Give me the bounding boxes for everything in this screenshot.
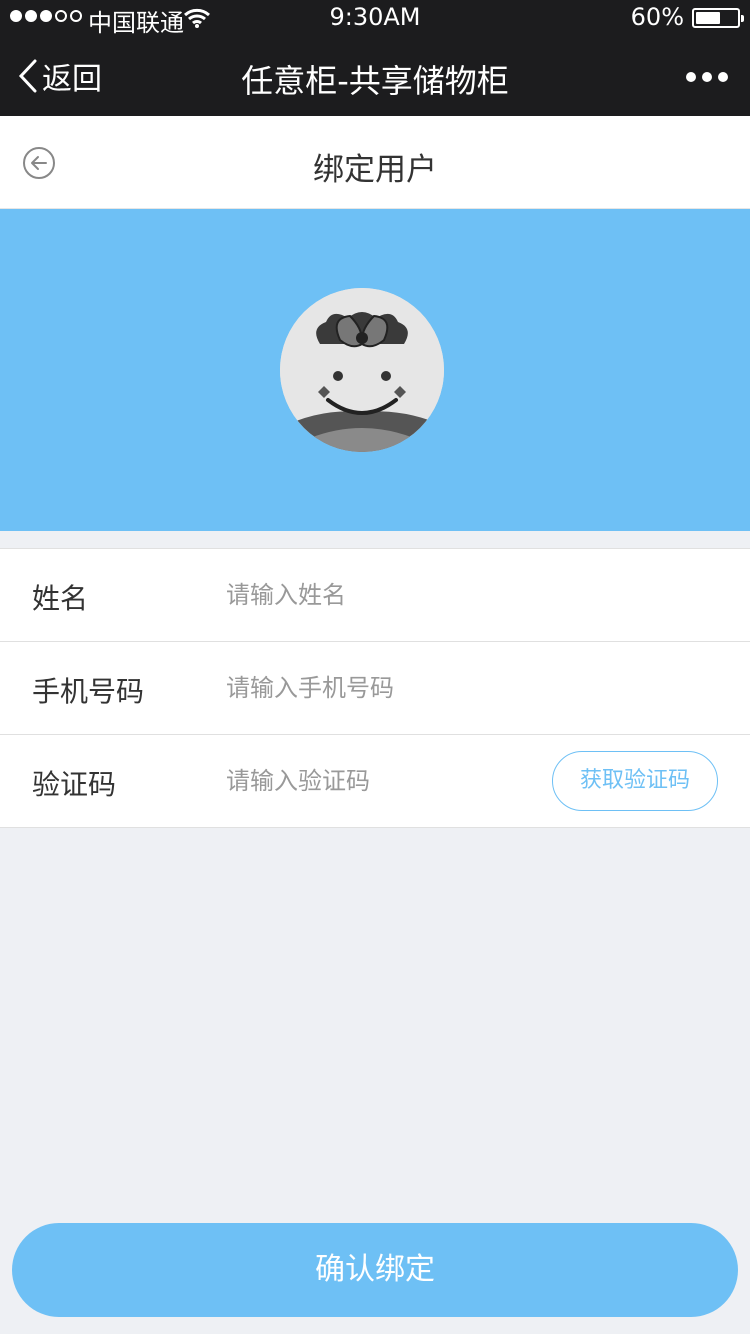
page: 中国联通 9:30AM 60% 返回 任意柜-共享储物柜 绑定用户 姓名 请输入…: [0, 0, 750, 1334]
get-verification-code-button[interactable]: 获取验证码: [552, 751, 718, 811]
avatar-sketch-face: [280, 288, 444, 452]
name-label: 姓名: [32, 582, 89, 615]
page-header: 绑定用户: [0, 116, 750, 209]
phone-label: 手机号码: [32, 675, 145, 708]
status-bar: 中国联通 9:30AM 60%: [0, 0, 750, 37]
code-label: 验证码: [32, 768, 117, 801]
battery-percent: 60%: [630, 3, 684, 31]
name-input[interactable]: [226, 571, 536, 619]
nav-title: 任意柜-共享储物柜: [241, 62, 509, 100]
code-row: 验证码 获取验证码: [0, 735, 750, 828]
confirm-bind-button[interactable]: 确认绑定: [12, 1223, 738, 1317]
nav-bar: 返回 任意柜-共享储物柜: [0, 36, 750, 116]
bind-user-form: 姓名 手机号码 验证码 获取验证码: [0, 548, 750, 828]
name-row: 姓名: [0, 549, 750, 642]
verification-code-input[interactable]: [226, 757, 526, 805]
profile-banner: [0, 209, 750, 531]
battery-icon: [692, 8, 744, 28]
avatar[interactable]: [280, 288, 444, 452]
more-dots-icon[interactable]: [686, 72, 728, 82]
phone-input[interactable]: [226, 664, 536, 712]
phone-row: 手机号码: [0, 642, 750, 735]
page-title: 绑定用户: [313, 152, 437, 188]
